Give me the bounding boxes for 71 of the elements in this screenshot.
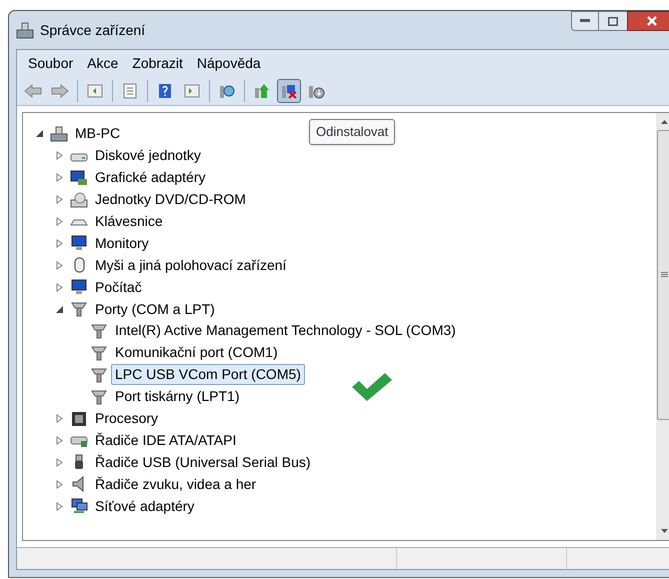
- processor-icon: [70, 410, 88, 427]
- tree-item[interactable]: Porty (COM a LPT): [91, 298, 219, 320]
- tree-item[interactable]: Počítač: [91, 276, 146, 298]
- window-title: Správce zařízení: [40, 20, 146, 40]
- port-icon: [90, 344, 108, 361]
- port-icon: [90, 388, 108, 405]
- close-button[interactable]: [627, 11, 669, 31]
- collapse-arrow-icon[interactable]: [35, 129, 44, 138]
- expand-arrow-icon[interactable]: [55, 195, 64, 204]
- check-mark-icon: [350, 372, 394, 402]
- port-icon: [70, 301, 88, 318]
- expand-arrow-icon[interactable]: [55, 282, 64, 292]
- tree-item[interactable]: Jednotky DVD/CD-ROM: [91, 189, 250, 210]
- tree-item[interactable]: Diskové jednotky: [91, 145, 205, 166]
- scrollbar-thumb[interactable]: [657, 130, 669, 420]
- collapse-arrow-icon[interactable]: [55, 304, 64, 314]
- menu-item[interactable]: Akce: [80, 52, 126, 74]
- panel-icon: [184, 84, 200, 98]
- tree-item[interactable]: Procesory: [91, 408, 162, 430]
- expand-arrow-icon[interactable]: [55, 173, 64, 182]
- upload-arrow-icon: [253, 82, 271, 98]
- expand-arrow-icon[interactable]: [55, 502, 64, 511]
- tree-item[interactable]: Řadiče USB (Universal Serial Bus): [91, 452, 315, 473]
- remove-icon: [280, 82, 298, 98]
- expand-arrow-icon[interactable]: [55, 238, 64, 248]
- monitor-icon: [70, 279, 88, 296]
- tree-item[interactable]: Myši a jiná polohovací zařízení: [91, 254, 290, 276]
- computer-icon: [50, 126, 68, 142]
- network-icon: [70, 498, 88, 514]
- expand-arrow-icon[interactable]: [55, 458, 64, 467]
- back-arrow-icon: [24, 84, 42, 98]
- monitor-icon: [70, 235, 88, 252]
- close-icon: [647, 16, 657, 26]
- grip-icon: [661, 272, 668, 278]
- tree-item[interactable]: Monitory: [91, 232, 153, 254]
- tree-item[interactable]: Řadiče zvuku, videa a her: [91, 474, 260, 495]
- tree-item[interactable]: Komunikační port (COM1): [111, 342, 282, 364]
- maximize-button[interactable]: [599, 11, 627, 31]
- tree-item[interactable]: MB-PC: [71, 123, 124, 144]
- panel-icon: [87, 84, 103, 98]
- expand-arrow-icon[interactable]: [55, 414, 64, 424]
- forward-arrow-icon: [51, 84, 69, 98]
- expand-arrow-icon[interactable]: [55, 151, 64, 160]
- tree-item[interactable]: Řadiče IDE ATA/ATAPI: [91, 430, 240, 451]
- menu-item[interactable]: Nápověda: [190, 52, 268, 74]
- tree-item[interactable]: Port tiskárny (LPT1): [111, 386, 244, 408]
- tree-item[interactable]: Intel(R) Active Management Technology - SOL (COM3): [111, 320, 460, 342]
- tooltip: Odinstalovat: [309, 119, 396, 144]
- minimize-button[interactable]: [571, 11, 599, 31]
- menu-item[interactable]: Zobrazit: [125, 52, 190, 74]
- tree-item[interactable]: LPC USB VCom Port (COM5): [111, 364, 305, 386]
- expand-arrow-icon[interactable]: [55, 260, 64, 270]
- tree-item[interactable]: Klávesnice: [91, 211, 167, 232]
- maximize-icon: [608, 16, 618, 26]
- tree-item[interactable]: Síťové adaptéry: [91, 496, 198, 517]
- app-icon: [16, 21, 34, 39]
- help-icon: [158, 82, 172, 98]
- port-icon: [90, 366, 108, 383]
- minimize-icon: [580, 19, 590, 23]
- toolbar-button[interactable]: [277, 78, 301, 102]
- document-icon: [122, 82, 138, 98]
- expand-arrow-icon[interactable]: [55, 480, 64, 489]
- expand-arrow-icon[interactable]: [55, 217, 64, 226]
- magnifier-icon: [218, 82, 236, 98]
- menu-item[interactable]: Soubor: [21, 52, 80, 74]
- port-icon: [90, 322, 108, 339]
- tree-item[interactable]: Grafické adaptéry: [91, 167, 210, 188]
- scrollbar[interactable]: [656, 113, 669, 540]
- expand-arrow-icon[interactable]: [55, 436, 64, 445]
- optical-drive-icon: [70, 192, 88, 208]
- display-adapter-icon: [70, 170, 88, 186]
